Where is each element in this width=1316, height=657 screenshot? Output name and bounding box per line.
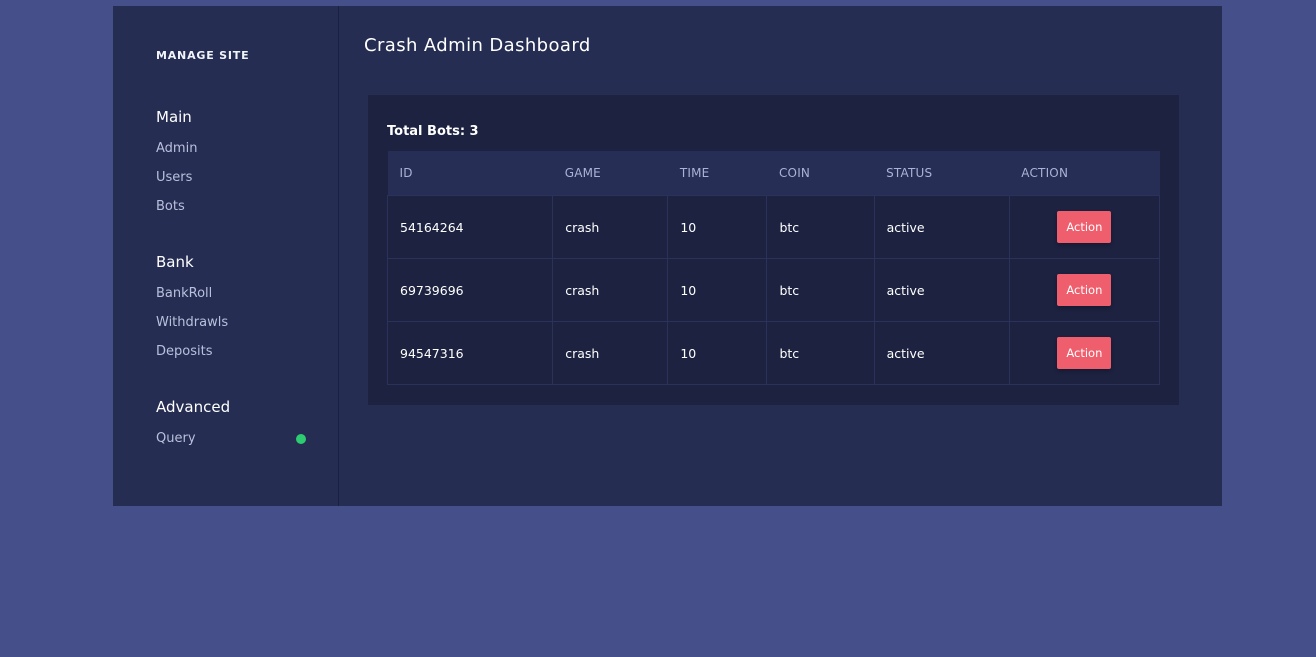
cell-id: 54164264 — [386, 195, 554, 259]
table-row: 69739696 crash 10 btc active Action — [386, 258, 1161, 322]
column-header-game: GAME — [564, 166, 601, 180]
cell-game: crash — [552, 321, 669, 385]
nav-group-bank-title: Bank — [156, 253, 194, 271]
cell-id: 69739696 — [386, 258, 554, 322]
table-row: 94547316 crash 10 btc active Action — [386, 321, 1161, 385]
cell-time: 10 — [667, 195, 768, 259]
column-header-status: STATUS — [886, 166, 933, 180]
page-title: Crash Admin Dashboard — [364, 35, 591, 56]
sidebar-item-deposits[interactable]: Deposits — [156, 344, 212, 359]
action-button[interactable]: Action — [1057, 211, 1112, 243]
column-header-action: ACTION — [1021, 166, 1069, 180]
table-row: 54164264 crash 10 btc active Action — [386, 195, 1161, 259]
sidebar-brand: MANAGE SITE — [156, 49, 250, 62]
action-button[interactable]: Action — [1057, 337, 1112, 369]
cell-action: Action — [1008, 321, 1161, 385]
column-header-coin: COIN — [778, 166, 811, 180]
cell-coin: btc — [766, 195, 875, 259]
sidebar-item-admin[interactable]: Admin — [156, 141, 197, 156]
cell-time: 10 — [667, 321, 768, 385]
bots-table: ID GAME TIME COIN STATUS ACTION 54164264… — [386, 151, 1161, 385]
column-header-id: ID — [399, 166, 413, 180]
cell-status: active — [873, 258, 1010, 322]
sidebar: MANAGE SITE Main Admin Users Bots Bank B… — [113, 6, 339, 506]
action-button[interactable]: Action — [1057, 274, 1112, 306]
sidebar-item-bankroll[interactable]: BankRoll — [156, 286, 212, 301]
cell-action: Action — [1008, 258, 1161, 322]
cell-action: Action — [1008, 195, 1161, 259]
cell-id: 94547316 — [386, 321, 554, 385]
cell-time: 10 — [667, 258, 768, 322]
status-dot-icon — [296, 434, 306, 444]
total-bots-count: Total Bots: 3 — [387, 124, 479, 139]
bots-card: Total Bots: 3 ID GAME TIME COIN STATUS A… — [368, 95, 1179, 405]
nav-group-main-title: Main — [156, 108, 192, 126]
cell-status: active — [873, 195, 1010, 259]
column-header-time: TIME — [679, 166, 710, 180]
cell-game: crash — [552, 258, 669, 322]
sidebar-item-users[interactable]: Users — [156, 170, 192, 185]
cell-game: crash — [552, 195, 669, 259]
sidebar-item-withdrawls[interactable]: Withdrawls — [156, 315, 228, 330]
cell-coin: btc — [766, 258, 875, 322]
main-content: Crash Admin Dashboard Total Bots: 3 ID G… — [339, 6, 1222, 506]
sidebar-item-query[interactable]: Query — [156, 431, 196, 446]
admin-app-window: MANAGE SITE Main Admin Users Bots Bank B… — [113, 6, 1222, 506]
cell-coin: btc — [766, 321, 875, 385]
cell-status: active — [873, 321, 1010, 385]
nav-group-advanced-title: Advanced — [156, 398, 231, 416]
table-header-row: ID GAME TIME COIN STATUS ACTION — [387, 151, 1160, 196]
sidebar-item-bots[interactable]: Bots — [156, 199, 185, 214]
